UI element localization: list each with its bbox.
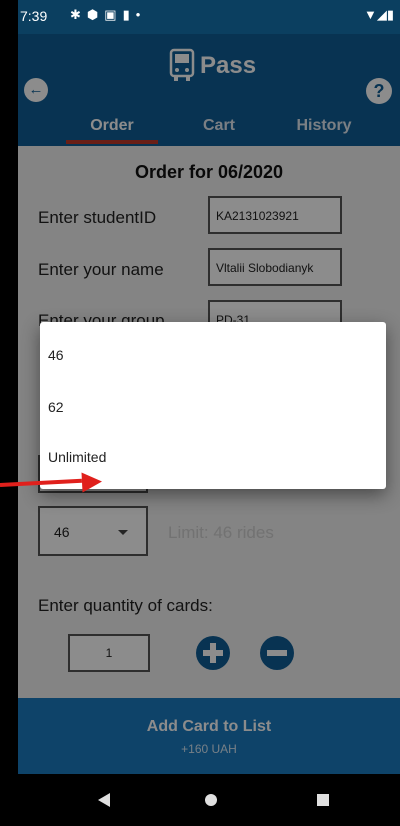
sd-card-icon: ▮ [122, 7, 136, 22]
signal-icon: ◢ [376, 7, 387, 22]
wifi-icon: ▼ [363, 7, 377, 22]
dropdown-option-46[interactable]: 46 [40, 330, 386, 380]
status-time: 7:39 [20, 8, 48, 24]
status-bar: 7:39 ✱⬢▣▮• ▼◢▮ [18, 0, 400, 34]
dot-icon: • [135, 7, 147, 22]
annotation-arrow-head [81, 471, 103, 493]
shield-icon: ⬢ [86, 7, 105, 22]
status-right-icons: ▼◢▮ [364, 7, 394, 23]
dropdown-option-62[interactable]: 62 [40, 382, 386, 432]
battery-icon: ▮ [386, 7, 394, 22]
rides-dropdown: 46 62 Unlimited [40, 322, 386, 489]
system-nav-bar [18, 774, 400, 826]
settings-icon: ✱ [70, 7, 87, 22]
nav-recents-icon[interactable] [317, 794, 329, 806]
nav-back-icon[interactable] [98, 793, 110, 807]
app-screen: 7:39 ✱⬢▣▮• ▼◢▮ Pass ← ? Order Cart Histo… [18, 0, 400, 826]
nav-home-icon[interactable] [205, 794, 217, 806]
status-left-icons: ✱⬢▣▮• [70, 7, 146, 23]
image-icon: ▣ [104, 7, 123, 22]
